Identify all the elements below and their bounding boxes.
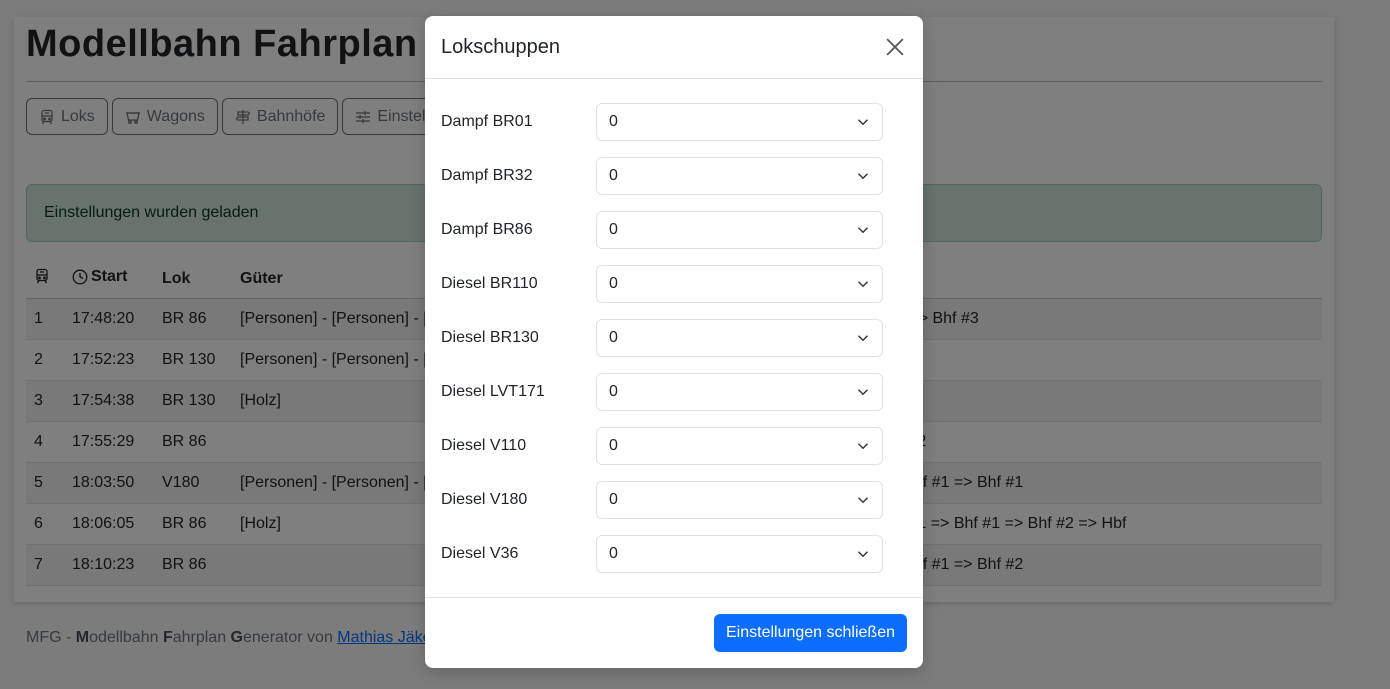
lok-count-row: Diesel V110 0 xyxy=(441,419,907,473)
lok-count-row: Diesel LVT171 0 xyxy=(441,365,907,419)
lok-count-select[interactable]: 0 xyxy=(596,535,883,573)
lok-label: Diesel BR130 xyxy=(441,329,539,346)
lok-label: Diesel V110 xyxy=(441,437,527,454)
select-value: 0 xyxy=(609,383,618,400)
lok-count-row: Diesel BR130 0 xyxy=(441,311,907,365)
chevron-down-icon xyxy=(857,119,869,126)
modal-header: Lokschuppen xyxy=(425,16,923,79)
chevron-down-icon xyxy=(857,281,869,288)
lok-count-select[interactable]: 0 xyxy=(596,157,883,195)
lok-count-row: Diesel BR110 0 xyxy=(441,257,907,311)
select-value: 0 xyxy=(609,437,618,454)
select-value: 0 xyxy=(609,275,618,292)
lok-label: Dampf BR01 xyxy=(441,113,533,130)
lok-count-row: Dampf BR86 0 xyxy=(441,203,907,257)
lok-count-select[interactable]: 0 xyxy=(596,103,883,141)
chevron-down-icon xyxy=(857,227,869,234)
lok-count-select[interactable]: 0 xyxy=(596,481,883,519)
lok-label: Diesel V36 xyxy=(441,545,519,562)
select-value: 0 xyxy=(609,167,618,184)
lok-count-row: Dampf BR32 0 xyxy=(441,149,907,203)
modal-title: Lokschuppen xyxy=(441,35,560,58)
select-value: 0 xyxy=(609,329,618,346)
modal-footer: Einstellungen schließen xyxy=(425,597,923,668)
lok-count-row: Diesel V180 0 xyxy=(441,473,907,527)
lok-count-select[interactable]: 0 xyxy=(596,211,883,249)
chevron-down-icon xyxy=(857,497,869,504)
lok-count-select[interactable]: 0 xyxy=(596,319,883,357)
close-icon xyxy=(886,38,904,56)
lok-count-select[interactable]: 0 xyxy=(596,265,883,303)
lok-count-row: Diesel V36 0 xyxy=(441,527,907,581)
lok-label: Dampf BR86 xyxy=(441,221,533,238)
lok-label: Diesel BR110 xyxy=(441,275,538,292)
lok-count-row: Dampf BR01 0 xyxy=(441,95,907,149)
lok-label: Diesel LVT171 xyxy=(441,383,545,400)
select-value: 0 xyxy=(609,221,618,238)
lok-label: Diesel V180 xyxy=(441,491,528,508)
modal-body: Dampf BR01 0 Dampf BR32 0 Dampf BR86 0 Diesel … xyxy=(425,79,923,597)
lok-count-select[interactable]: 0 xyxy=(596,427,883,465)
close-settings-button[interactable]: Einstellungen schließen xyxy=(714,614,907,652)
select-value: 0 xyxy=(609,491,618,508)
chevron-down-icon xyxy=(857,551,869,558)
lok-label: Dampf BR32 xyxy=(441,167,533,184)
chevron-down-icon xyxy=(857,173,869,180)
chevron-down-icon xyxy=(857,389,869,396)
select-value: 0 xyxy=(609,545,618,562)
chevron-down-icon xyxy=(857,443,869,450)
lokschuppen-modal: Lokschuppen Dampf BR01 0 Dampf BR32 0 Dampf … xyxy=(425,16,923,668)
close-button[interactable] xyxy=(883,35,907,59)
lok-count-select[interactable]: 0 xyxy=(596,373,883,411)
select-value: 0 xyxy=(609,113,618,130)
chevron-down-icon xyxy=(857,335,869,342)
